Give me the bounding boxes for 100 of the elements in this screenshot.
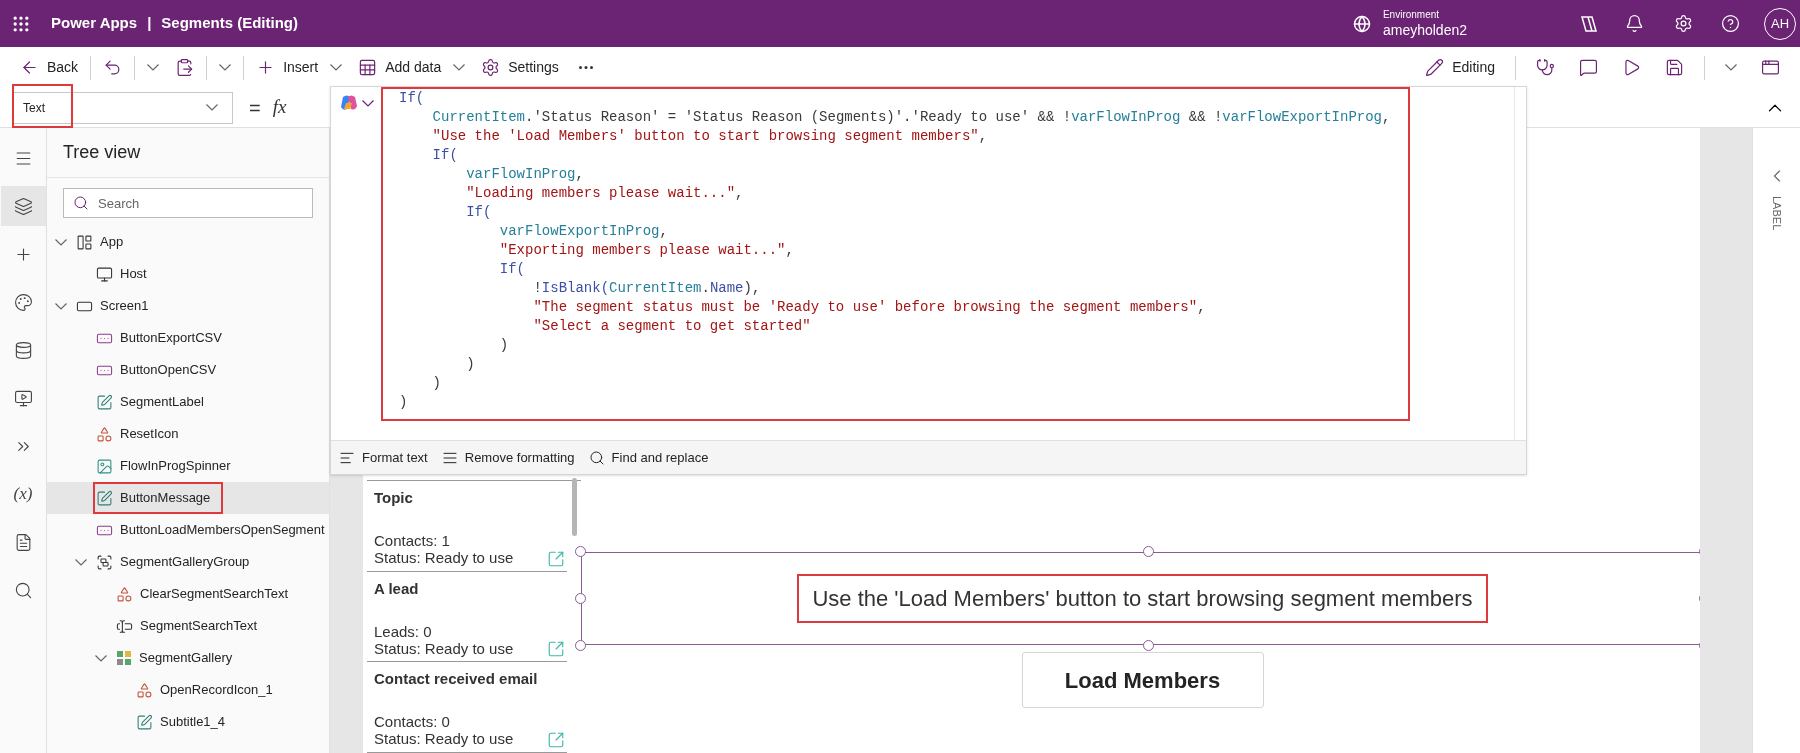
tree-item[interactable]: SegmentGallery <box>47 642 329 674</box>
code-line[interactable]: "Exporting members please wait...", <box>399 241 794 260</box>
document-title: Segments (Editing) <box>161 13 298 34</box>
tree-item[interactable]: ButtonMessage <box>47 482 329 514</box>
tree-item[interactable]: Host <box>47 258 329 290</box>
tree-item[interactable]: Screen1 <box>47 290 329 322</box>
tree-item[interactable]: SegmentSearchText <box>47 610 329 642</box>
resize-handle[interactable] <box>575 640 586 651</box>
code-line[interactable]: If( <box>399 89 425 108</box>
fx-label: fx <box>272 95 287 120</box>
highlight-box <box>12 84 73 128</box>
shapes-icon <box>96 425 113 443</box>
help-icon[interactable] <box>1721 14 1740 33</box>
caret-icon <box>55 302 67 310</box>
caret-icon <box>206 104 218 111</box>
tree-item[interactable]: ClearSegmentSearchText <box>47 578 329 610</box>
insert-button[interactable]: Insert <box>248 51 351 84</box>
tree-item[interactable]: SegmentLabel <box>47 386 329 418</box>
app-name: Power Apps <box>51 13 138 34</box>
rail-button[interactable]: (x) <box>0 474 46 514</box>
tree-item[interactable]: ButtonExportCSV <box>47 322 329 354</box>
code-line[interactable]: If( <box>399 260 526 279</box>
search-icon <box>73 195 89 211</box>
message-label[interactable]: Use the 'Load Members' button to start browsing segment members <box>581 552 1700 645</box>
notifications-icon[interactable] <box>1625 14 1644 33</box>
media-icon <box>13 388 33 408</box>
code-line[interactable]: ) <box>399 355 475 374</box>
resize-handle[interactable] <box>575 546 586 557</box>
image-icon <box>96 457 113 475</box>
gallery-item[interactable]: A lead Leads: 0 Status: Ready to use <box>367 571 567 663</box>
label-icon <box>96 393 113 411</box>
editing-button[interactable]: Editing <box>1417 51 1503 84</box>
shapes-icon <box>136 681 153 699</box>
code-line[interactable]: "The segment status must be 'Ready to use' before browsing the segment members", <box>399 298 1206 317</box>
stethoscope-icon <box>1536 58 1555 77</box>
segment-count: Leads: 0 <box>374 622 432 640</box>
rail-button[interactable] <box>0 186 46 226</box>
panel-title: Tree view <box>63 141 141 164</box>
settings-icon[interactable] <box>1674 14 1693 33</box>
code-line[interactable]: "Loading members please wait...", <box>399 184 744 203</box>
window-icon <box>1761 58 1780 77</box>
gallery-item[interactable]: Topic Contacts: 1 Status: Ready to use <box>367 481 567 572</box>
segment-name: Topic <box>374 489 413 506</box>
code-line[interactable]: CurrentItem.'Status Reason' = 'Status Reason (Segments)'.'Ready to use' && !varFlowInProg && !varFlowExportInProg, <box>399 108 1391 127</box>
gallery-icon <box>116 650 132 666</box>
load-members-button[interactable]: Load Members <box>1021 652 1264 708</box>
code-line[interactable]: varFlowInProg, <box>399 165 584 184</box>
resize-handle[interactable] <box>1142 640 1154 651</box>
globe-icon <box>1352 14 1371 33</box>
scrollbar <box>572 478 577 536</box>
environment-name[interactable]: ameyholden2 <box>1382 20 1467 39</box>
caret-icon <box>147 64 160 71</box>
tree-item[interactable]: SegmentGalleryGroup <box>47 546 329 578</box>
segment-count: Contacts: 1 <box>374 532 450 549</box>
format-button[interactable]: Format text <box>339 447 428 468</box>
tree-item[interactable]: App <box>47 226 329 258</box>
property-dropdown[interactable]: Text <box>12 91 233 124</box>
clipboard-icon <box>175 58 195 77</box>
code-line[interactable]: If( <box>399 146 458 165</box>
label-icon <box>96 489 113 507</box>
segment-name: Contact received email <box>374 670 538 688</box>
caret-icon <box>361 99 374 107</box>
code-line[interactable]: If( <box>399 203 492 222</box>
pencil-icon <box>1425 58 1445 77</box>
panel-label: LABEL <box>1769 196 1784 231</box>
resize-handle[interactable] <box>1142 546 1154 557</box>
back-button[interactable]: Back <box>12 51 87 84</box>
code-line[interactable]: ) <box>399 374 441 393</box>
code-line[interactable]: !IsBlank(CurrentItem.Name), <box>399 279 761 298</box>
tree-item[interactable]: Subtitle1_4 <box>47 706 329 738</box>
search-icon <box>13 580 33 600</box>
copilot-button[interactable] <box>338 93 374 113</box>
gallery-item[interactable]: Contact received email Contacts: 0 Status: Ready to use <box>367 662 567 753</box>
database-icon <box>13 340 33 360</box>
save-icon <box>1665 58 1684 77</box>
app-icon <box>76 233 93 251</box>
title-separator: | <box>147 13 152 34</box>
segment-status: Status: Ready to use <box>374 730 514 748</box>
group-icon <box>96 553 113 571</box>
tree-item[interactable]: ResetIcon <box>47 418 329 450</box>
remove-button[interactable]: Remove formatting <box>441 447 575 468</box>
settings-button[interactable]: Settings <box>473 51 567 84</box>
tree-item[interactable]: ButtonLoadMembersOpenSegment <box>47 514 329 546</box>
search-field[interactable]: Search <box>63 188 313 218</box>
caret-icon <box>75 558 87 566</box>
equals-sign: = <box>249 95 261 121</box>
caret-icon <box>453 64 466 71</box>
find-button[interactable]: Find and replace <box>588 447 709 468</box>
code-line[interactable]: ) <box>399 393 408 412</box>
code-line[interactable]: "Use the 'Load Members' button to start browsing segment members", <box>399 127 988 146</box>
resize-handle[interactable] <box>575 593 586 604</box>
comment-icon <box>1579 58 1598 77</box>
code-line[interactable]: "Select a segment to get started" <box>399 317 811 336</box>
code-line[interactable]: ) <box>399 336 509 355</box>
tree-item[interactable]: OpenRecordIcon_1 <box>47 674 329 706</box>
tree-item[interactable]: FlowInProgSpinner <box>47 450 329 482</box>
table-icon <box>358 58 378 77</box>
tree-item[interactable]: ButtonOpenCSV <box>47 354 329 386</box>
code-line[interactable]: varFlowExportInProg, <box>399 222 668 241</box>
adddata-button[interactable]: Add data <box>350 51 474 84</box>
